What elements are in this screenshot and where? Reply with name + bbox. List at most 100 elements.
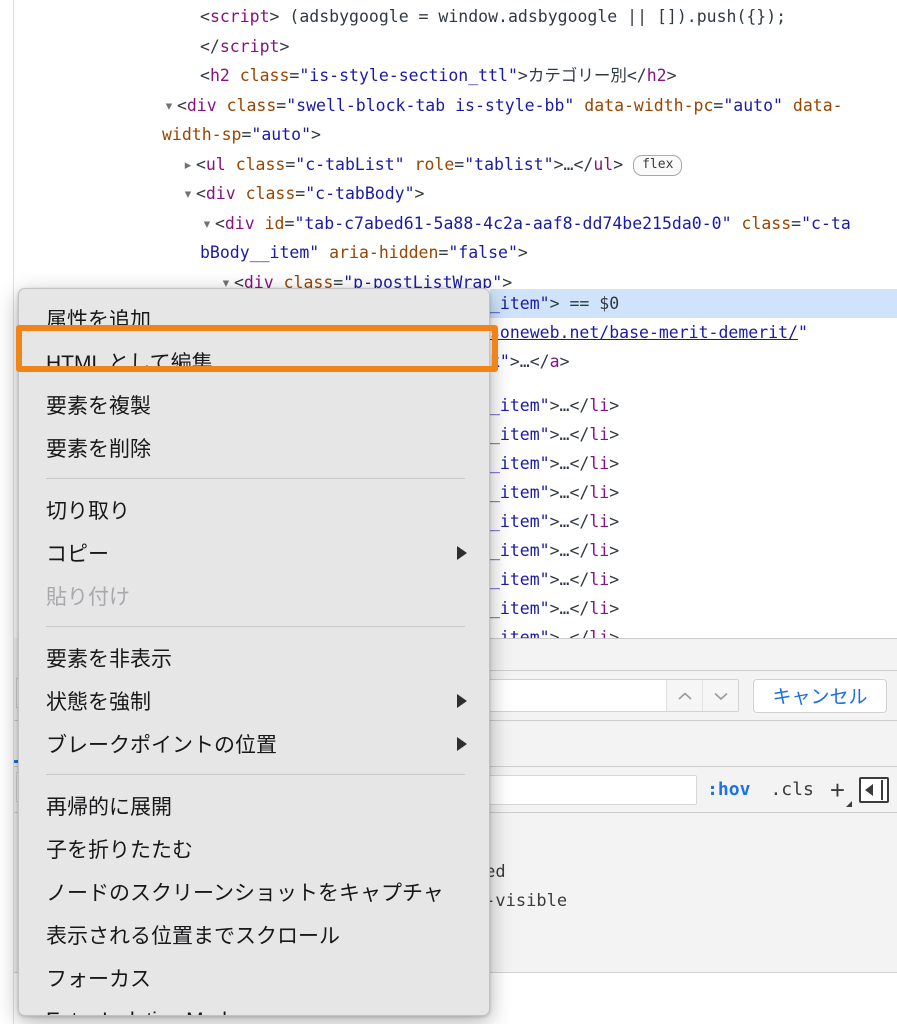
- chevron-down-icon[interactable]: [702, 680, 738, 711]
- context-menu-item[interactable]: 子を折りたたむ: [19, 827, 489, 870]
- new-style-rule-button[interactable]: +: [824, 774, 852, 807]
- dom-tree-row[interactable]: ▾ <div class="c-tabBody">: [14, 179, 897, 209]
- code-token-tw: =: [295, 184, 306, 203]
- code-token-tag: script: [209, 7, 270, 26]
- code-token-tw: =: [289, 66, 300, 85]
- context-menu-item[interactable]: フォーカス: [19, 956, 489, 999]
- display-badge[interactable]: flex: [633, 154, 683, 176]
- code-token-val: "swell-block-tab is-style-bb": [286, 95, 575, 115]
- code-token-tw: =: [454, 154, 465, 174]
- context-menu-item-label: ノードのスクリーンショットをキャプチャ: [46, 881, 444, 905]
- code-token-tw: [783, 96, 793, 115]
- dom-tree-row[interactable]: <script> (adsbygoogle = window.adsbygoog…: [14, 2, 897, 32]
- code-token-tw: >: [311, 125, 321, 144]
- context-menu-item[interactable]: ノードのスクリーンショットをキャプチャ: [19, 870, 489, 913]
- code-token-tag: div: [205, 184, 236, 203]
- chevron-up-icon[interactable]: [666, 680, 702, 711]
- code-token-txt: (adsbygoogle = window.adsbygoogle || [])…: [289, 7, 787, 26]
- context-menu-item-label: コピー: [46, 542, 109, 566]
- code-token-tag: h2: [646, 66, 667, 85]
- twisty-expanded-icon[interactable]: ▾: [164, 96, 174, 115]
- code-token-tw: </: [200, 36, 220, 56]
- code-token-tw: >: [613, 154, 634, 174]
- chevron-right-icon: [457, 545, 467, 560]
- dom-tree-row[interactable]: ▾ <div class="swell-block-tab is-style-bb…: [14, 91, 897, 121]
- context-menu-item[interactable]: コピー: [19, 531, 489, 574]
- sidebar-toggle-triangle: [865, 783, 873, 796]
- code-token-val: "is-style-section_ttl": [299, 66, 518, 85]
- dom-tree-row[interactable]: ▸ <ul class="c-tabList" role="tablist">…<…: [14, 150, 897, 180]
- context-menu-item[interactable]: 状態を強制: [19, 679, 489, 722]
- code-token-att: id: [264, 213, 285, 233]
- context-menu-item[interactable]: 属性を追加: [19, 297, 489, 340]
- code-token-att: class: [226, 95, 277, 115]
- chevron-right-icon: [457, 693, 467, 708]
- plus-icon: +: [829, 774, 845, 805]
- code-token-txt: カテゴリー別: [527, 66, 627, 85]
- code-token-att: class: [245, 184, 296, 203]
- code-token-tw: >: [759, 302, 780, 321]
- dom-tree-row[interactable]: <h2 class="is-style-section_ttl">カテゴリー別<…: [14, 61, 897, 91]
- hov-toggle-button[interactable]: :hov: [697, 779, 760, 800]
- code-token-tw: =: [284, 213, 295, 233]
- context-menu[interactable]: 属性を追加 HTML として編集 要素を複製 要素を削除 切り取り コピー 貼り付け 要素を非…: [18, 288, 490, 1016]
- context-menu-item[interactable]: 要素を非表示: [19, 636, 489, 679]
- twisty-collapsed-icon[interactable]: ▸: [183, 155, 193, 174]
- code-token-tw: <: [200, 66, 210, 85]
- code-token-att: data-width-pc: [584, 95, 714, 115]
- twisty-expanded-icon[interactable]: ▾: [183, 184, 193, 203]
- display-badge[interactable]: flex: [779, 302, 829, 323]
- dropdown-corner-icon: [846, 800, 852, 807]
- context-menu-item[interactable]: 再帰的に展開: [19, 784, 489, 827]
- context-menu-item[interactable]: ブレークポイントの位置: [19, 722, 489, 765]
- code-token-tag: h2: [209, 66, 230, 85]
- code-token-tw: <: [200, 7, 210, 26]
- dom-tree-row[interactable]: bBody__item" aria-hidden="false">: [14, 238, 897, 268]
- sidebar-toggle-icon[interactable]: [859, 776, 889, 803]
- code-token-att: aria-hidden: [329, 243, 439, 262]
- code-token-att: data-: [792, 95, 843, 115]
- context-menu-item[interactable]: 要素を複製: [19, 383, 489, 426]
- chevron-right-icon: [457, 736, 467, 751]
- code-token-tw: =: [285, 154, 296, 174]
- code-token-val: "false": [448, 243, 518, 262]
- context-menu-item-label: フォーカス: [46, 967, 151, 991]
- context-menu-item[interactable]: Enter Isolation Mode: [19, 999, 489, 1016]
- twisty-expanded-icon[interactable]: ▾: [202, 214, 212, 233]
- context-menu-item[interactable]: HTML として編集: [19, 340, 489, 383]
- code-token-val: "c-ta: [801, 213, 851, 233]
- context-menu-item-label: 表示される位置までスクロール: [46, 924, 340, 948]
- devtools-screenshot: <script> (adsbygoogle = window.adsbygoog…: [0, 0, 897, 1024]
- code-token-tw: >: [666, 66, 677, 85]
- code-token-tw: =: [276, 95, 287, 115]
- cls-toggle-button[interactable]: .cls: [760, 779, 823, 800]
- panel-left-rail: [0, 0, 14, 1024]
- code-token-tw: =: [438, 243, 449, 262]
- context-menu-item[interactable]: 要素を削除: [19, 426, 489, 469]
- dom-tree-row[interactable]: </script>: [14, 32, 897, 62]
- code-token-tw: [255, 214, 265, 233]
- dom-tree-row[interactable]: ▾ <div id="tab-c7abed61-5a88-4c2a-aaf8-dd…: [14, 209, 897, 239]
- code-token-tw: </: [626, 66, 647, 85]
- code-token-tag: div: [224, 213, 255, 233]
- cancel-button[interactable]: キャンセル: [753, 678, 887, 713]
- context-menu-item-label: 再帰的に展開: [46, 795, 172, 819]
- code-token-val: "auto": [251, 125, 312, 144]
- code-token-val: "tablist": [464, 154, 554, 174]
- code-token-tag: script: [219, 36, 280, 56]
- dom-tree-row[interactable]: width-sp="auto">: [14, 120, 897, 150]
- context-menu-item[interactable]: 表示される位置までスクロール: [19, 913, 489, 956]
- context-menu-item-label: HTML として編集: [46, 351, 213, 375]
- context-menu-item-label: 切り取り: [46, 499, 130, 523]
- code-token-tw: >: [414, 184, 425, 203]
- code-token-tw: [236, 184, 246, 203]
- context-menu-item-label: Enter Isolation Mode: [46, 1009, 239, 1016]
- code-token-val: "c-tabList": [295, 154, 405, 174]
- code-token-tw: >…</: [553, 154, 594, 174]
- code-token-tag: ul: [205, 154, 226, 174]
- code-token-val: "tab-c7abed61-5a88-4c2a-aaf8-dd74be215da…: [294, 213, 732, 233]
- code-token-tw: =: [713, 95, 724, 115]
- code-token-tw: [405, 155, 415, 174]
- context-menu-item[interactable]: 切り取り: [19, 488, 489, 531]
- code-token-tw: [230, 66, 240, 85]
